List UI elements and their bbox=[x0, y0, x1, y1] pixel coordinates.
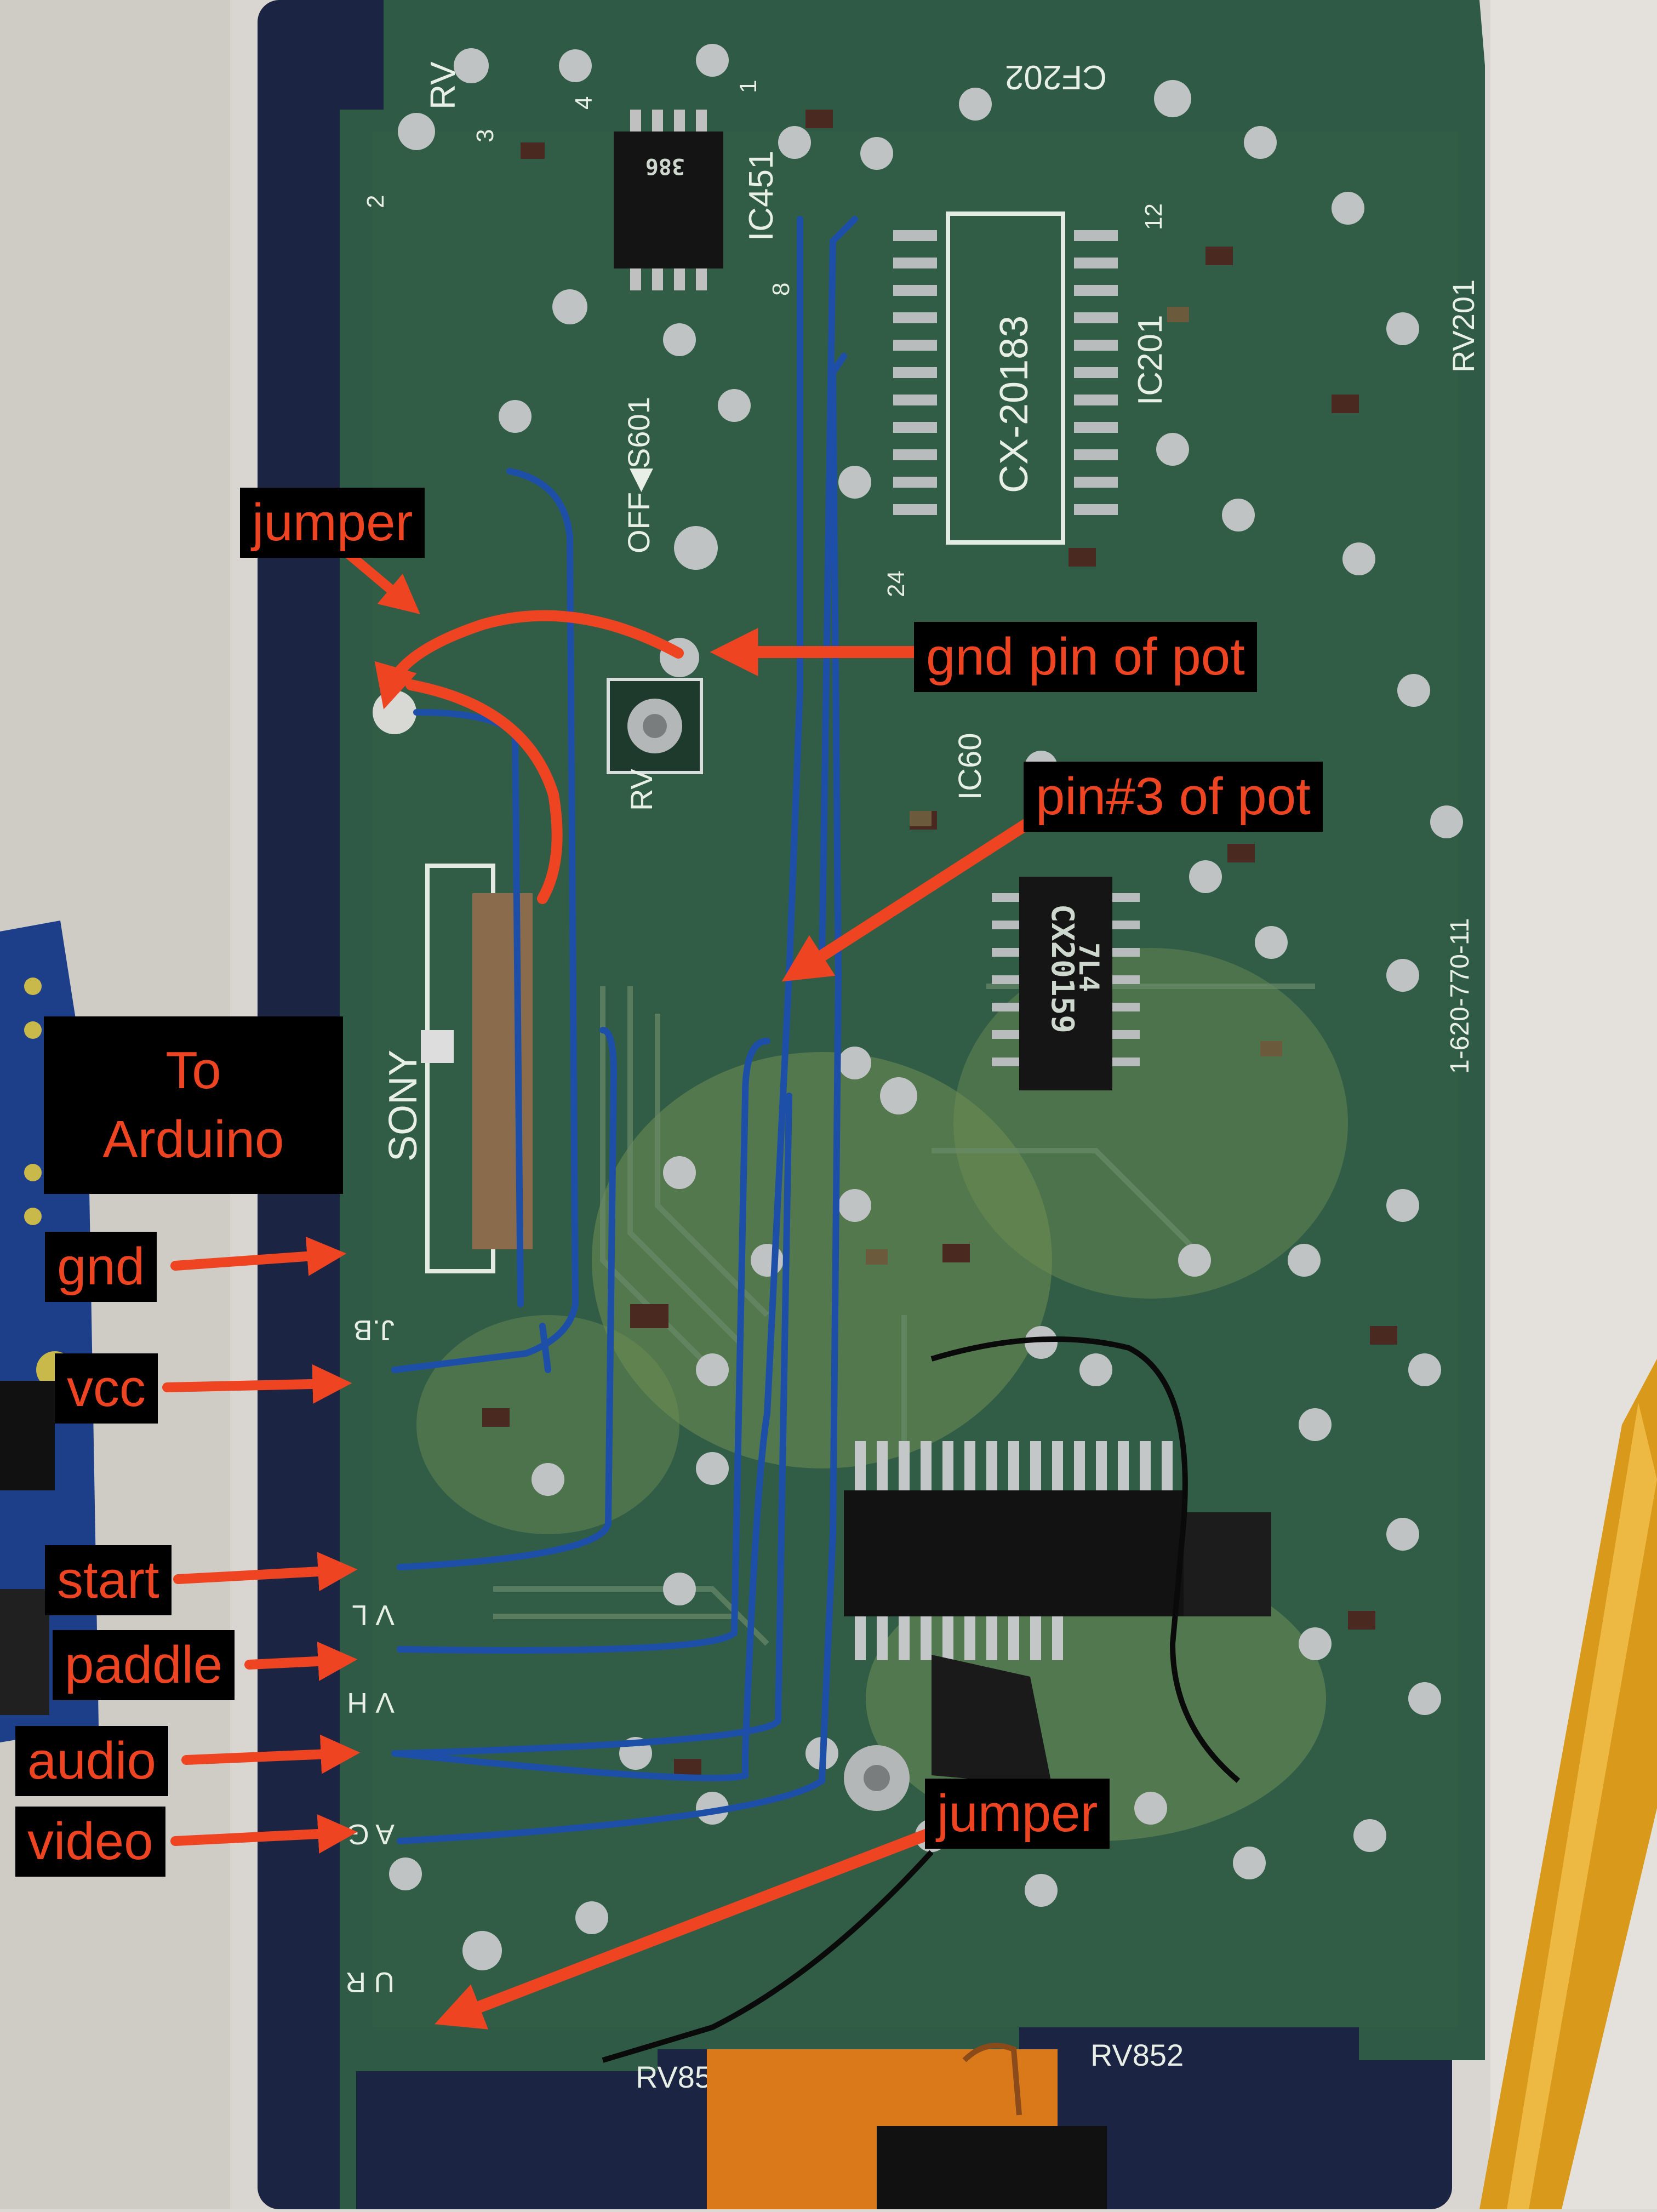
chip-386-text: 386 bbox=[645, 153, 685, 179]
silk-pin-3: 3 bbox=[472, 129, 499, 142]
label-to-arduino-line2: Arduino bbox=[102, 1110, 284, 1169]
silk-pin-vl: V L bbox=[352, 1599, 395, 1631]
trim-pot-top bbox=[607, 678, 703, 774]
silk-rv852: RV852 bbox=[1090, 2038, 1184, 2072]
silk-part-number: 1-620-770-11 bbox=[1445, 918, 1475, 1074]
silk-pin-jb: J.B bbox=[353, 1314, 395, 1346]
silk-pin-2: 2 bbox=[362, 195, 389, 208]
silk-pin-ur: U R bbox=[345, 1966, 395, 1998]
label-video: video bbox=[15, 1807, 165, 1877]
silk-rv-mid: RV bbox=[624, 769, 659, 811]
chip-cx20159-code: 7L4 bbox=[1073, 942, 1105, 992]
arrow-audio bbox=[181, 1734, 361, 1774]
silk-sony: SONY bbox=[381, 1050, 425, 1162]
silk-ic451: IC451 bbox=[742, 151, 780, 241]
arrow-paddle bbox=[244, 1641, 358, 1681]
label-pin3-of-pot: pin#3 of pot bbox=[1024, 762, 1323, 832]
silk-pin-4: 4 bbox=[570, 96, 597, 110]
silk-pin-8: 8 bbox=[768, 283, 795, 296]
silk-pin-vh: V H bbox=[347, 1687, 395, 1718]
silk-cx20183: CX-20183 bbox=[992, 316, 1036, 493]
label-audio: audio bbox=[15, 1726, 168, 1796]
label-jumper-bottom: jumper bbox=[925, 1779, 1110, 1849]
silk-ic60: IC60 bbox=[952, 733, 988, 800]
silk-ic201: IC201 bbox=[1132, 315, 1169, 405]
silk-rv201: RV201 bbox=[1446, 279, 1481, 373]
silk-pin-12: 12 bbox=[1140, 203, 1167, 230]
silk-cf202: CF202 bbox=[1005, 58, 1107, 96]
silk-pin-1: 1 bbox=[735, 80, 762, 93]
silk-pin-24: 24 bbox=[883, 570, 910, 597]
silk-pin-ag: A G bbox=[347, 1818, 395, 1850]
chip-386: 386 bbox=[614, 110, 723, 290]
silk-s601: OFF◀S601 bbox=[621, 397, 656, 553]
arrow-vcc bbox=[162, 1364, 352, 1404]
silk-rv-top: RV bbox=[423, 61, 462, 110]
label-vcc: vcc bbox=[55, 1353, 158, 1424]
label-to-arduino: To Arduino bbox=[44, 1016, 343, 1194]
label-to-arduino-line1: To bbox=[165, 1041, 221, 1100]
label-jumper-top: jumper bbox=[240, 488, 425, 558]
label-paddle: paddle bbox=[53, 1630, 235, 1700]
label-gnd: gnd bbox=[45, 1232, 157, 1302]
label-gnd-pin-of-pot: gnd pin of pot bbox=[914, 622, 1257, 692]
label-start: start bbox=[45, 1545, 172, 1615]
trim-pot-bottom bbox=[844, 1745, 910, 1811]
flex-cable bbox=[707, 2043, 1107, 2209]
